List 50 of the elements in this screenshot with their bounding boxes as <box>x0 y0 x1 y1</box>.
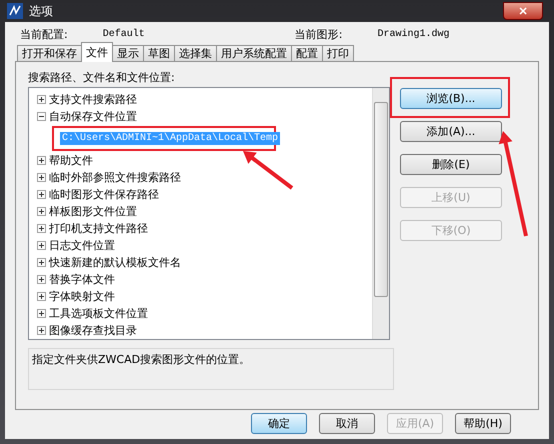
tab[interactable]: 选择集 <box>174 45 217 62</box>
collapse-icon[interactable] <box>37 112 46 122</box>
side-button[interactable]: 添加(A)... <box>400 121 502 142</box>
profile-value: Default <box>102 28 145 40</box>
expand-icon[interactable] <box>37 172 46 182</box>
expand-icon[interactable] <box>37 292 46 301</box>
drawing-label: 当前图形: <box>294 26 342 42</box>
scrollbar[interactable] <box>372 88 389 339</box>
tab[interactable]: 文件 <box>81 42 113 62</box>
window-title: 选项 <box>29 2 53 20</box>
app-icon <box>7 3 23 19</box>
expand-icon[interactable] <box>37 95 46 104</box>
tree-item[interactable]: 样板图形文件位置 <box>49 204 137 219</box>
expand-icon[interactable] <box>37 308 46 318</box>
tab[interactable]: 打印 <box>322 45 354 62</box>
tree-item[interactable]: 快速新建的默认模板文件名 <box>49 254 181 270</box>
tab[interactable]: 显示 <box>112 45 144 62</box>
expand-icon[interactable] <box>37 274 46 284</box>
expand-icon[interactable] <box>37 326 46 336</box>
tree-item[interactable]: 打印机支持文件路径 <box>49 220 148 236</box>
expand-icon[interactable] <box>37 190 46 199</box>
tab[interactable]: 用户系统配置 <box>216 45 292 62</box>
expand-icon[interactable] <box>37 206 46 216</box>
scroll-thumb[interactable] <box>374 102 388 297</box>
expand-icon[interactable] <box>37 224 46 233</box>
tree-item[interactable]: 字体映射文件 <box>49 288 115 304</box>
tree-item[interactable]: 临时图形文件保存路径 <box>49 186 159 202</box>
expand-icon[interactable] <box>37 240 46 250</box>
tree-item[interactable]: 替换字体文件 <box>49 272 115 287</box>
tab[interactable]: 配置 <box>291 45 323 62</box>
expand-icon[interactable] <box>37 156 46 165</box>
tab[interactable]: 草图 <box>143 45 175 62</box>
dialog-button[interactable]: 确定 <box>251 413 307 434</box>
tree-item[interactable]: 日志文件位置 <box>49 238 115 253</box>
profile-label: 当前配置: <box>20 26 68 42</box>
expand-icon[interactable] <box>37 258 46 267</box>
tree-label: 搜索路径、文件名和文件位置: <box>28 70 176 85</box>
side-button[interactable]: 删除(E) <box>400 154 502 175</box>
drawing-value: Drawing1.dwg <box>377 28 450 40</box>
dialog-button[interactable]: 帮助(H) <box>455 413 511 434</box>
tab[interactable]: 打开和保存 <box>17 45 82 62</box>
tree-item[interactable]: 图像缓存查找目录 <box>49 323 137 338</box>
tree-item[interactable]: 自动保存文件位置 <box>49 109 137 124</box>
dialog-button[interactable]: 取消 <box>319 413 375 434</box>
tree-item[interactable]: 帮助文件 <box>49 152 93 168</box>
side-button[interactable]: 浏览(B)... <box>400 88 502 109</box>
tree-item[interactable]: 工具选项板文件位置 <box>49 306 148 321</box>
tree-item[interactable]: 临时外部参照文件搜索路径 <box>49 170 181 185</box>
description-text: 指定文件夹供ZWCAD搜索图形文件的位置。 <box>28 348 394 390</box>
tree-item[interactable]: 支持文件搜索路径 <box>49 92 137 108</box>
